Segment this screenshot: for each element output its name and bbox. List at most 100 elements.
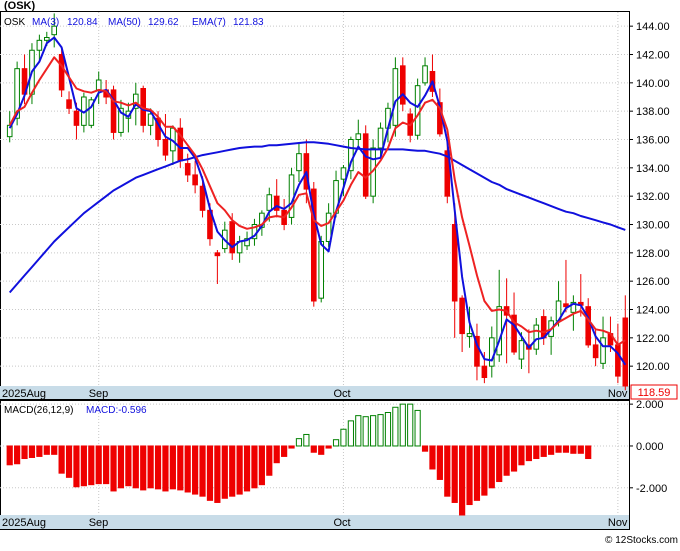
macd-bar	[110, 445, 117, 492]
candle-body	[192, 174, 198, 186]
candle-body	[422, 65, 428, 84]
macd-bar	[51, 445, 58, 455]
candle-body	[585, 306, 592, 346]
macd-bar	[503, 445, 510, 476]
price-tick-label: 126.00	[636, 276, 670, 288]
macd-bar	[206, 445, 214, 501]
macd-bar	[58, 445, 65, 474]
macd-bar	[459, 445, 466, 516]
candle-body	[600, 337, 606, 364]
macd-bar	[214, 445, 221, 503]
candle-body	[95, 79, 102, 91]
macd-bar	[444, 445, 451, 497]
macd-bar	[177, 445, 184, 491]
legend-ema7-value: 121.83	[233, 17, 264, 28]
macd-bar	[392, 406, 399, 447]
macd-bar	[436, 445, 443, 480]
candle-body	[481, 365, 488, 378]
macd-bar	[95, 445, 102, 485]
price-tick-label: 124.00	[636, 305, 670, 317]
macd-bar	[518, 445, 525, 466]
macd-bar	[510, 445, 518, 472]
candle-body	[615, 344, 621, 377]
macd-bar	[555, 445, 562, 453]
candle-body	[362, 133, 369, 197]
macd-bar	[399, 403, 406, 447]
candle-body	[73, 110, 80, 126]
legend-ma3-value: 120.84	[67, 17, 98, 28]
last-price-label: 118.59	[638, 387, 671, 399]
macd-tick-label: -2.000	[636, 483, 667, 495]
macd-bar	[370, 415, 377, 447]
candle-body	[355, 133, 362, 140]
candle-body	[43, 37, 50, 41]
macd-bar	[421, 445, 429, 452]
candle-body	[466, 333, 473, 337]
macd-bar	[525, 445, 532, 462]
price-tick-label: 130.00	[636, 220, 670, 232]
candle-body	[533, 324, 540, 350]
macd-tick-label: 0.000	[636, 441, 664, 453]
macd-bar	[488, 445, 495, 489]
candle-body	[592, 344, 599, 359]
price-x-label: Nov	[608, 388, 628, 400]
price-x-label: Oct	[333, 388, 350, 400]
candle-body	[392, 68, 399, 126]
macd-bar	[162, 445, 169, 492]
macd-bar	[303, 433, 310, 447]
macd-legend-params: MACD(26,12,9)	[4, 405, 73, 416]
price-tick-label: 122.00	[636, 333, 670, 345]
macd-bar	[154, 445, 162, 490]
price-tick-label: 144.00	[636, 21, 670, 33]
macd-bar	[192, 445, 199, 495]
macd-x-label: Oct	[333, 517, 350, 529]
candle-body	[488, 337, 495, 367]
macd-legend-value: MACD:-0.596	[86, 405, 147, 416]
price-legend: OSK MA(3) 120.84 MA(50) 129.62 EMA(7) 12…	[4, 17, 264, 28]
price-x-label: Sep	[89, 388, 109, 400]
macd-bar	[28, 445, 36, 458]
candle-body	[451, 224, 458, 302]
candle-body	[399, 65, 406, 105]
macd-bar	[340, 428, 347, 447]
candle-body	[214, 252, 221, 257]
candle-body	[66, 99, 72, 109]
macd-bar	[73, 445, 80, 488]
macd-bar	[562, 445, 570, 453]
macd-bar	[355, 415, 362, 447]
price-tick-label: 138.00	[636, 106, 670, 118]
candle-body	[162, 139, 169, 156]
candle-body	[414, 85, 421, 136]
legend-ema7: EMA(7)	[192, 17, 226, 28]
legend-ma50-value: 129.62	[148, 17, 179, 28]
macd-bar	[236, 445, 243, 495]
macd-bar	[585, 445, 592, 460]
candle-body	[296, 153, 302, 172]
candle-body	[340, 167, 347, 180]
macd-bar	[451, 445, 458, 503]
macd-bar	[132, 445, 139, 489]
candle-body	[199, 185, 206, 211]
macd-bar	[258, 445, 265, 486]
price-tick-label: 134.00	[636, 163, 670, 175]
price-tick-label: 140.00	[636, 78, 670, 90]
macd-bar	[117, 445, 125, 489]
stock-chart: 144.00 142.00 140.00 138.00 136.00 134.00 132.…	[0, 0, 680, 546]
macd-bar	[496, 445, 503, 483]
macd-bar	[325, 445, 332, 449]
macd-bar	[43, 445, 50, 455]
candle-body	[377, 127, 384, 149]
candle-body	[36, 39, 43, 51]
macd-bar	[362, 416, 369, 447]
macd-bar	[548, 445, 555, 455]
macd-bar	[577, 445, 584, 454]
chart-title: (OSK)	[4, 0, 36, 12]
macd-bar	[570, 445, 577, 454]
macd-bar	[21, 445, 28, 460]
macd-bar	[473, 445, 481, 501]
macd-bar	[88, 445, 95, 486]
legend-ma50: MA(50)	[108, 17, 141, 28]
macd-bar	[140, 445, 147, 491]
macd-bar	[295, 438, 303, 447]
price-tick-label: 132.00	[636, 191, 670, 203]
